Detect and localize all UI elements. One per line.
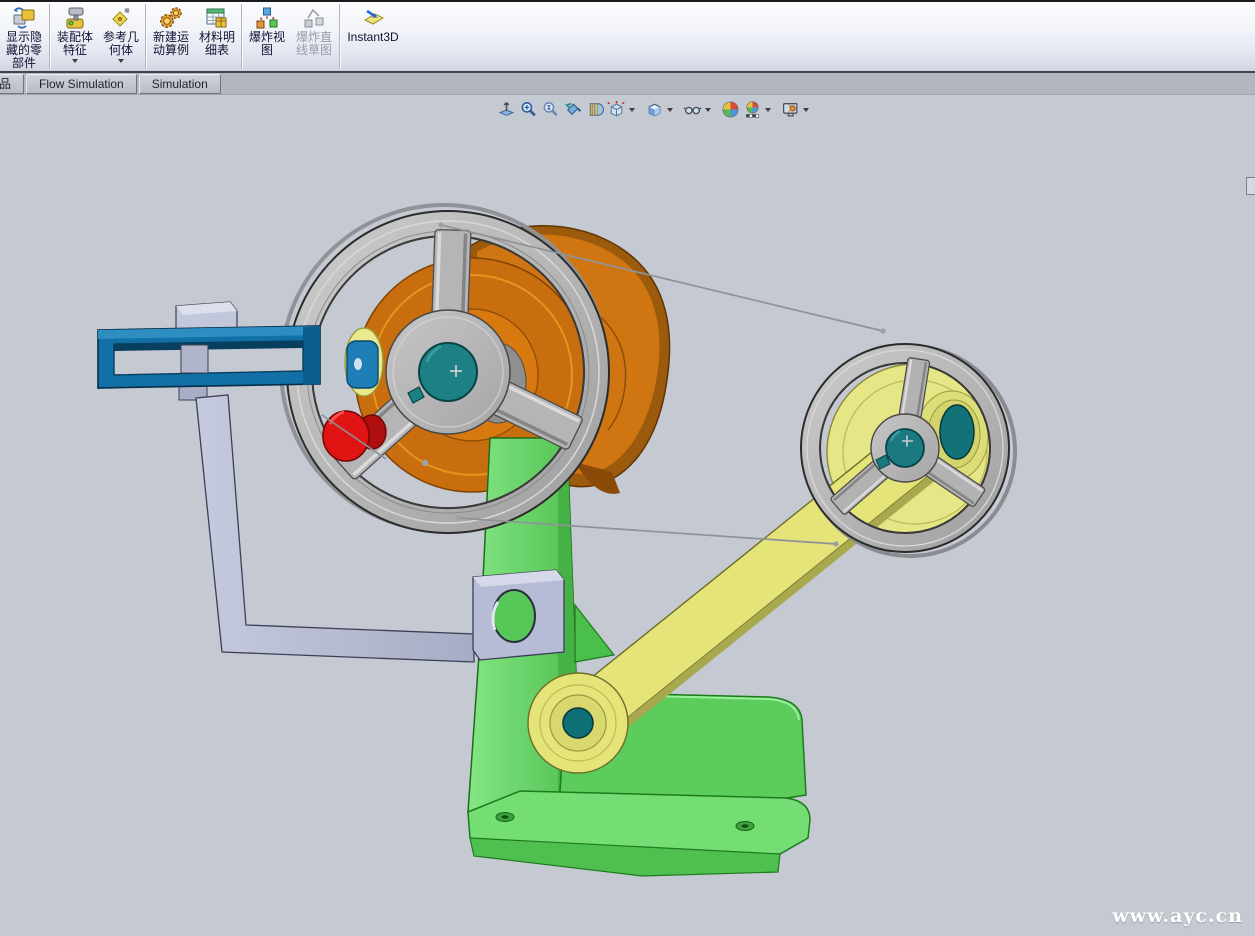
button-label: 部件: [12, 57, 36, 70]
viewport-3d-scene[interactable]: [0, 95, 1255, 936]
exploded-view-icon: [254, 5, 280, 31]
slider-arm-hole: [493, 590, 535, 642]
tab-simulation[interactable]: Simulation: [139, 74, 221, 94]
display-style-icon[interactable]: [645, 100, 664, 119]
tab-label: 产品: [0, 77, 11, 91]
zoom-to-fit-icon[interactable]: [497, 100, 516, 119]
assembly-features-button[interactable]: 装配体 特征: [52, 2, 98, 71]
show-hidden-components-icon: [11, 5, 37, 31]
task-pane-tab[interactable]: [1246, 177, 1255, 195]
small-pulley-shaft: [940, 405, 974, 459]
commandmanager-tabstrip: 产品 Flow Simulation Simulation: [0, 73, 1255, 95]
instant3d-button[interactable]: Instant3D: [342, 2, 404, 71]
toolbar-separator: [145, 4, 147, 69]
large-pulley-hub[interactable]: [419, 343, 477, 401]
toolbar-separator: [339, 4, 341, 69]
previous-view-icon[interactable]: [563, 100, 582, 119]
tab-label: Flow Simulation: [39, 77, 124, 91]
show-hidden-components-button[interactable]: 显示隐 藏的零 部件: [0, 2, 48, 71]
apply-scene-icon[interactable]: [743, 100, 762, 119]
view-orientation-icon[interactable]: [607, 100, 626, 119]
dropdown-arrow-icon[interactable]: [72, 59, 78, 63]
tab-office-products[interactable]: 产品: [0, 74, 24, 94]
graphics-viewport[interactable]: www.ayc.cn: [0, 95, 1255, 936]
button-label: 细表: [205, 44, 229, 57]
edit-appearance-icon[interactable]: [721, 100, 740, 119]
hide-show-items-icon[interactable]: [683, 100, 702, 119]
reference-geometry-button[interactable]: 参考几 何体: [98, 2, 144, 71]
pivot-pin[interactable]: [563, 708, 593, 738]
new-motion-study-icon: [158, 5, 184, 31]
new-motion-study-button[interactable]: 新建运 动算例: [148, 2, 194, 71]
slotted-link[interactable]: [98, 326, 320, 388]
explode-line-sketch-button: 爆炸直 线草图: [290, 2, 338, 71]
toolbar-separator: [49, 4, 51, 69]
button-label: 图: [261, 44, 273, 57]
instant3d-icon: [360, 5, 386, 31]
section-view-icon[interactable]: [585, 100, 604, 119]
tab-flow-simulation[interactable]: Flow Simulation: [26, 74, 137, 94]
dropdown-arrow-icon[interactable]: [118, 59, 124, 63]
axle-bushing[interactable]: [345, 328, 383, 396]
view-settings-icon[interactable]: [781, 100, 800, 119]
dropdown-arrow-icon[interactable]: [629, 108, 635, 112]
slider-in-slot: [181, 345, 208, 373]
exploded-view-button[interactable]: 爆炸视 图: [244, 2, 290, 71]
reference-geometry-icon: [108, 5, 134, 31]
vertex-marker: [422, 460, 428, 466]
zoom-in-out-icon[interactable]: [541, 100, 560, 119]
assembly-features-icon: [62, 5, 88, 31]
dropdown-arrow-icon[interactable]: [765, 108, 771, 112]
bill-of-materials-button[interactable]: 材料明 细表: [194, 2, 240, 71]
toolbar-separator: [241, 4, 243, 69]
button-label: 动算例: [153, 44, 189, 57]
dropdown-arrow-icon[interactable]: [667, 108, 673, 112]
explode-line-sketch-icon: [301, 5, 327, 31]
zoom-to-area-icon[interactable]: [519, 100, 538, 119]
button-label: Instant3D: [347, 31, 398, 44]
button-label: 何体: [109, 44, 133, 57]
dropdown-arrow-icon[interactable]: [705, 108, 711, 112]
button-label: 特征: [63, 44, 87, 57]
tab-label: Simulation: [152, 77, 208, 91]
button-label: 线草图: [296, 44, 332, 57]
headsup-view-toolbar: [497, 98, 809, 120]
watermark: www.ayc.cn: [1112, 905, 1243, 927]
assembly-toolbar: 显示隐 藏的零 部件 装配体 特征 参考几 何体 新: [0, 0, 1255, 73]
dropdown-arrow-icon[interactable]: [803, 108, 809, 112]
solidworks-window: { "toolbar": { "buttons": [ {"label": "显…: [0, 0, 1255, 936]
small-pulley-hub[interactable]: [886, 429, 924, 467]
bill-of-materials-icon: [204, 5, 230, 31]
